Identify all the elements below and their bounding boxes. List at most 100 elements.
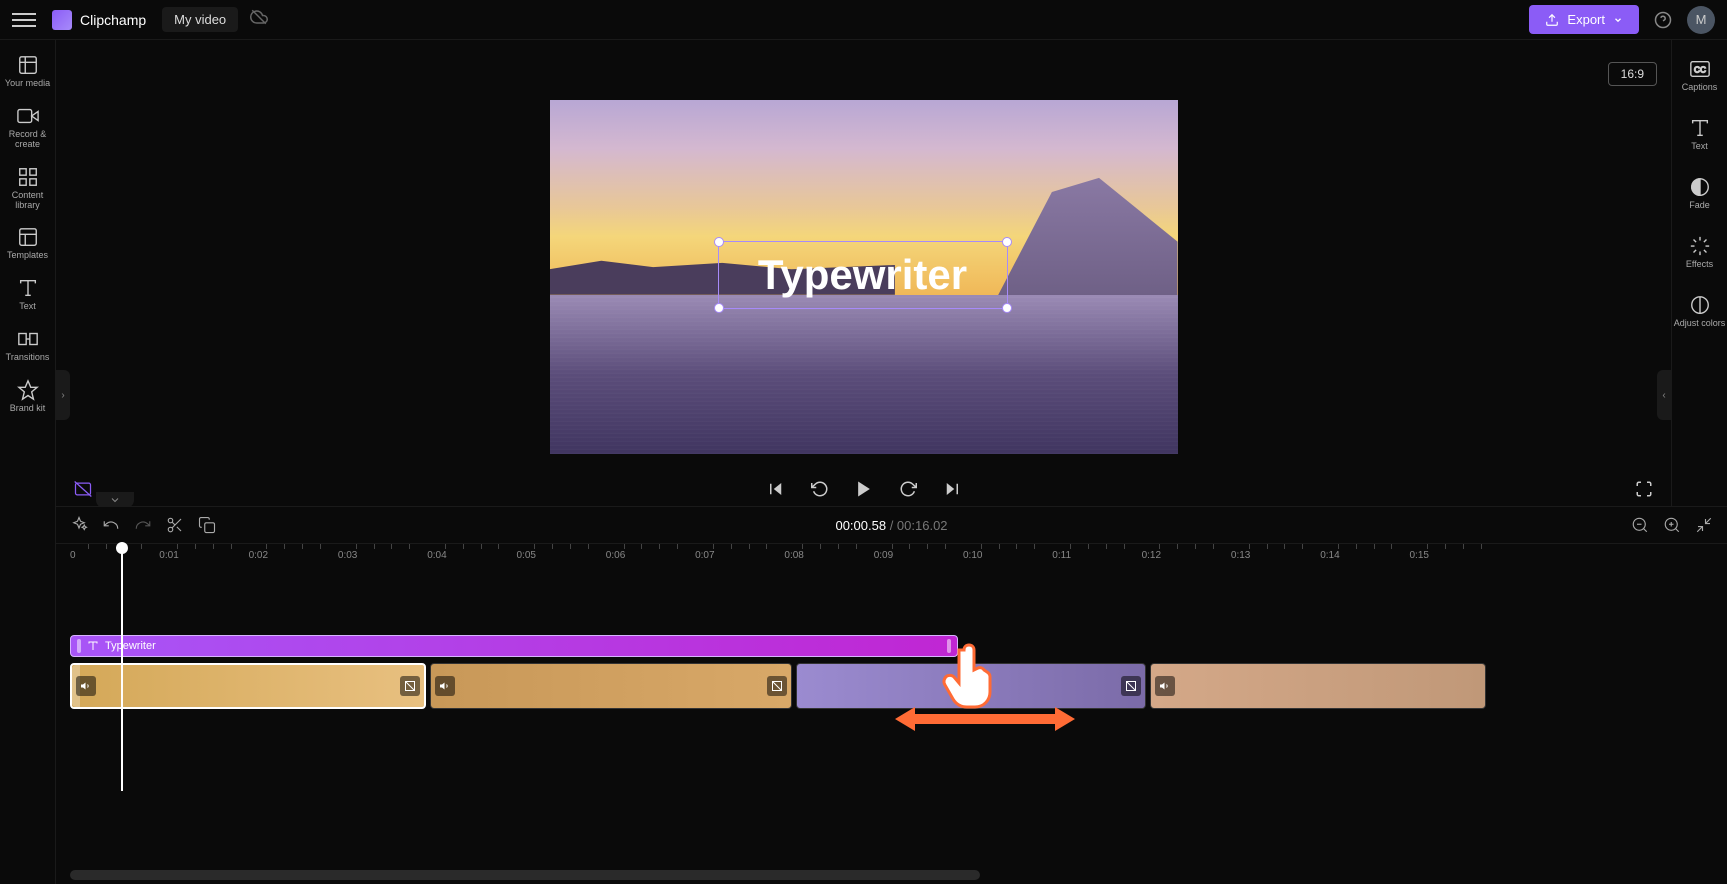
text-overlay-content: Typewriter <box>758 251 967 299</box>
user-avatar[interactable]: M <box>1687 6 1715 34</box>
horizontal-scrollbar[interactable] <box>70 870 980 880</box>
menu-button[interactable] <box>12 8 36 32</box>
sidebar-item-effects[interactable]: Effects <box>1674 225 1726 280</box>
sidebar-label: Fade <box>1689 201 1710 211</box>
clip-mute-icon[interactable] <box>1155 676 1175 696</box>
ruler-mark: 0:07 <box>695 550 714 561</box>
sidebar-item-fade[interactable]: Fade <box>1674 166 1726 221</box>
clipchamp-logo-icon <box>52 10 72 30</box>
split-button[interactable] <box>166 516 184 534</box>
clip-mute-icon[interactable] <box>435 676 455 696</box>
sidebar-label: Your media <box>5 79 50 89</box>
timeline-tracks[interactable]: Typewriter <box>56 571 1727 884</box>
adjust-icon <box>1689 294 1711 316</box>
video-clip-4[interactable] <box>1150 663 1486 709</box>
ruler-mark: 0:12 <box>1142 550 1161 561</box>
text-clip-label: Typewriter <box>105 640 156 652</box>
sidebar-label: Brand kit <box>10 404 46 414</box>
clip-transition-icon[interactable] <box>767 676 787 696</box>
clip-handle-left[interactable] <box>77 639 81 653</box>
auto-enhance-icon[interactable] <box>70 516 88 534</box>
sidebar-item-captions[interactable]: CC Captions <box>1674 48 1726 103</box>
sidebar-item-brand-kit[interactable]: Brand kit <box>2 373 54 420</box>
playhead[interactable] <box>121 544 123 791</box>
preview-canvas[interactable]: Typewriter <box>550 100 1178 454</box>
video-clip-1[interactable] <box>70 663 426 709</box>
clip-transition-icon[interactable] <box>1121 676 1141 696</box>
sidebar-label: Content library <box>2 191 54 211</box>
video-clip-2[interactable] <box>430 663 792 709</box>
sidebar-label: Record & create <box>2 130 54 150</box>
ruler-mark: 0 <box>70 550 76 561</box>
text-overlay-selection[interactable]: Typewriter <box>718 241 1008 309</box>
resize-handle-tr[interactable] <box>1002 237 1012 247</box>
undo-button[interactable] <box>102 516 120 534</box>
clip-transition-icon[interactable] <box>400 676 420 696</box>
ruler-mark: 0:02 <box>249 550 268 561</box>
ruler-mark: 0:01 <box>159 550 178 561</box>
cloud-sync-icon[interactable] <box>250 8 268 31</box>
sidebar-label: Text <box>1691 142 1708 152</box>
play-button[interactable] <box>853 478 875 500</box>
safe-zone-toggle[interactable] <box>72 478 94 500</box>
total-time: 00:16.02 <box>897 518 948 533</box>
redo-button[interactable] <box>134 516 152 534</box>
sidebar-item-text-props[interactable]: Text <box>1674 107 1726 162</box>
aspect-ratio-selector[interactable]: 16:9 <box>1608 62 1657 86</box>
sidebar-label: Text <box>19 302 36 312</box>
ruler-mark: 0:09 <box>874 550 893 561</box>
sidebar-item-content-library[interactable]: Content library <box>2 160 54 217</box>
fade-icon <box>1689 176 1711 198</box>
preview-area: 16:9 Typewriter <box>56 40 1671 506</box>
sidebar-item-your-media[interactable]: Your media <box>2 48 54 95</box>
ruler-mark: 0:14 <box>1320 550 1339 561</box>
ruler-mark: 0:15 <box>1410 550 1429 561</box>
ruler-mark: 0:06 <box>606 550 625 561</box>
captions-icon: CC <box>1689 58 1711 80</box>
timeline-area: 00:00.58 / 00:16.02 00:010:020:030:040:0… <box>56 506 1727 884</box>
skip-forward-button[interactable] <box>941 478 963 500</box>
clip-mute-icon[interactable] <box>76 676 96 696</box>
sidebar-label: Templates <box>7 251 48 261</box>
time-display: 00:00.58 / 00:16.02 <box>835 518 947 533</box>
fit-button[interactable] <box>1695 516 1713 534</box>
chevron-down-icon <box>1613 15 1623 25</box>
ruler-mark: 0:10 <box>963 550 982 561</box>
text-clip[interactable]: Typewriter <box>70 635 958 657</box>
fullscreen-button[interactable] <box>1633 478 1655 500</box>
resize-handle-bl[interactable] <box>714 303 724 313</box>
video-clip-3[interactable] <box>796 663 1146 709</box>
sidebar-label: Transitions <box>6 353 50 363</box>
zoom-in-button[interactable] <box>1663 516 1681 534</box>
ruler-mark: 0:13 <box>1231 550 1250 561</box>
sidebar-label: Captions <box>1682 83 1718 93</box>
clip-handle-right[interactable] <box>947 639 951 653</box>
copy-button[interactable] <box>198 516 216 534</box>
forward-button[interactable] <box>897 478 919 500</box>
right-sidebar: CC Captions Text Fade Effects Adjust col… <box>1671 40 1727 506</box>
app-name: Clipchamp <box>80 12 146 28</box>
timeline-ruler[interactable]: 00:010:020:030:040:050:060:070:080:090:1… <box>56 543 1727 571</box>
sidebar-item-transitions[interactable]: Transitions <box>2 322 54 369</box>
export-button[interactable]: Export <box>1529 5 1639 34</box>
sidebar-item-record[interactable]: Record & create <box>2 99 54 156</box>
media-icon <box>17 54 39 76</box>
zoom-out-button[interactable] <box>1631 516 1649 534</box>
resize-handle-tl[interactable] <box>714 237 724 247</box>
timeline-toolbar: 00:00.58 / 00:16.02 <box>56 507 1727 543</box>
sidebar-label: Adjust colors <box>1674 319 1726 329</box>
project-name[interactable]: My video <box>162 7 238 32</box>
skip-back-button[interactable] <box>765 478 787 500</box>
sidebar-item-text[interactable]: Text <box>2 271 54 318</box>
rewind-button[interactable] <box>809 478 831 500</box>
ruler-mark: 0:04 <box>427 550 446 561</box>
sidebar-item-templates[interactable]: Templates <box>2 220 54 267</box>
text-icon <box>1689 117 1711 139</box>
help-button[interactable] <box>1651 8 1675 32</box>
app-logo[interactable]: Clipchamp <box>52 10 146 30</box>
resize-handle-br[interactable] <box>1002 303 1012 313</box>
sidebar-item-adjust-colors[interactable]: Adjust colors <box>1674 284 1726 339</box>
templates-icon <box>17 226 39 248</box>
app-header: Clipchamp My video Export M <box>0 0 1727 40</box>
ruler-mark: 0:05 <box>517 550 536 561</box>
